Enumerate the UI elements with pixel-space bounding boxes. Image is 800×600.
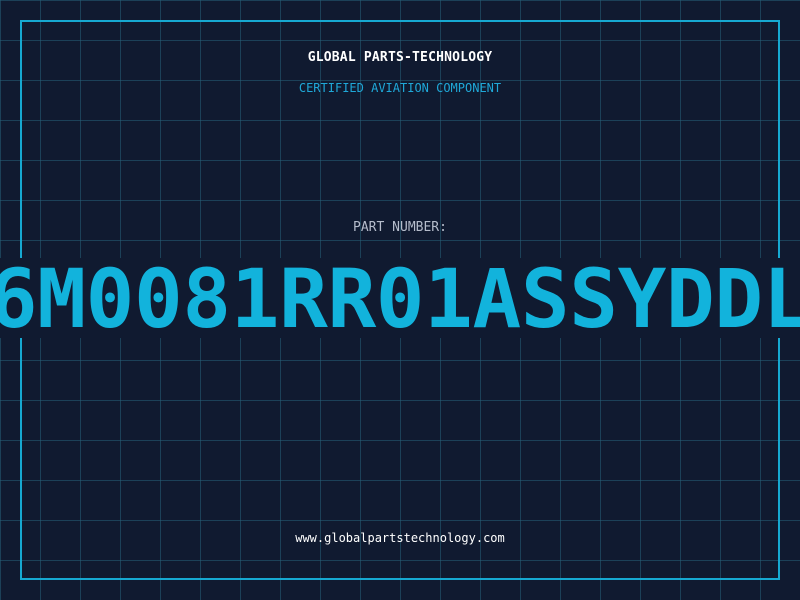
part-number-label: PART NUMBER: (353, 220, 447, 235)
brand-tagline: CERTIFIED AVIATION COMPONENT (298, 81, 502, 95)
part-number-text: 26M0081RR01ASSYDDL1 (0, 253, 800, 347)
website-url: www.globalpartstechnology.com (295, 531, 505, 545)
part-number-value: 26M0081RR01ASSYDDL1 (0, 253, 800, 347)
brand-name: GLOBAL PARTS-TECHNOLOGY (307, 50, 493, 65)
label-canvas: GLOBAL PARTS-TECHNOLOGY CERTIFIED AVIATI… (0, 0, 800, 600)
